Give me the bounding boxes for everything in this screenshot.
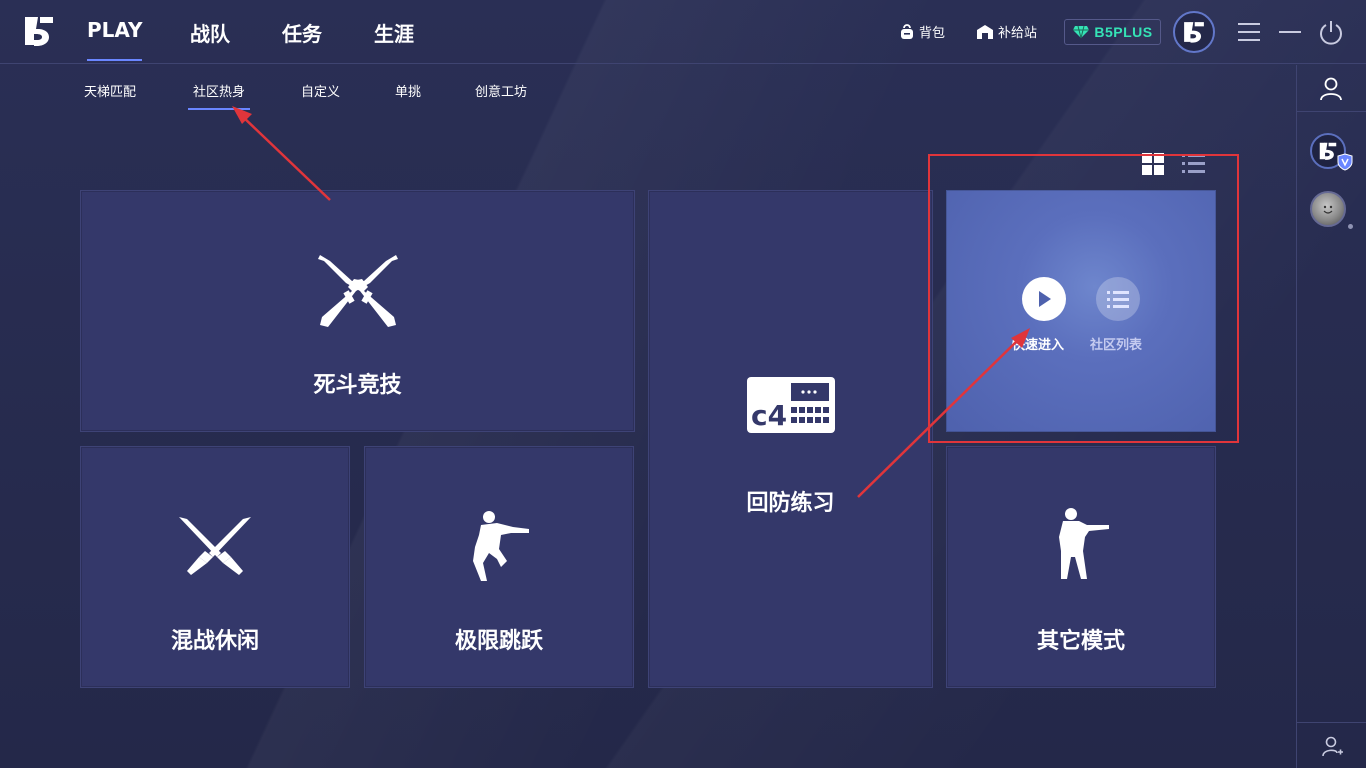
annotation-arrows: [232, 106, 1030, 498]
